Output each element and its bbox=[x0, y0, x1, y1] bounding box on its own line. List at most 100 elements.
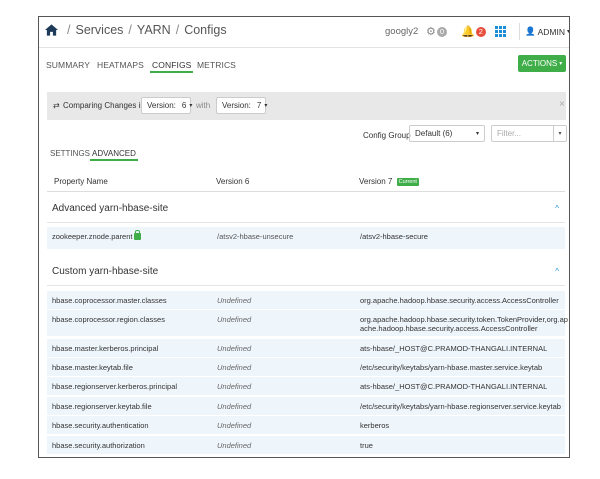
version-6-value: /atsv2-hbase-unsecure bbox=[217, 232, 294, 241]
version-7-value: ats-hbase/_HOST@C.PRAMOD-THANGALI.INTERN… bbox=[360, 344, 548, 353]
apps-grid-icon[interactable] bbox=[495, 26, 506, 37]
section-title: Advanced yarn-hbase-site bbox=[52, 203, 169, 214]
property-name: hbase.regionserver.kerberos.principal bbox=[52, 382, 178, 391]
subtab-advanced[interactable]: ADVANCED bbox=[90, 149, 138, 161]
column-header-property: Property Name bbox=[54, 177, 108, 186]
version-6-value: Undefined bbox=[217, 363, 252, 372]
version-7-value: /atsv2-hbase-secure bbox=[360, 232, 428, 241]
breadcrumb-separator: / bbox=[67, 23, 71, 37]
ops-count-badge: 0 bbox=[436, 26, 448, 37]
version-b-select-label: Version: bbox=[222, 101, 251, 110]
config-group-label: Config Group bbox=[363, 131, 411, 140]
version-7-label: Version 7 bbox=[359, 177, 393, 186]
version-7-value: org.apache.hadoop.hbase.security.access.… bbox=[360, 296, 559, 305]
cluster-name: googly2 bbox=[385, 26, 419, 37]
actions-label: ACTIONS bbox=[521, 59, 558, 68]
service-tabs: SUMMARY HEATMAPS CONFIGS METRICS bbox=[39, 48, 569, 78]
filter-input[interactable]: Filter... ▾ bbox=[491, 125, 567, 142]
user-menu-label: ADMIN bbox=[537, 26, 565, 37]
version-7-value: ats-hbase/_HOST@C.PRAMOD-THANGALI.INTERN… bbox=[360, 382, 548, 391]
caret-down-icon: ▾ bbox=[475, 131, 479, 137]
breadcrumb-separator: / bbox=[128, 23, 132, 37]
version-7-value: org.apache.hadoop.hbase.security.token.T… bbox=[360, 315, 568, 333]
config-group-value: Default (6) bbox=[415, 129, 453, 138]
alerts[interactable]: 🔔 2 bbox=[461, 25, 486, 38]
filter-placeholder: Filter... bbox=[497, 129, 522, 138]
version-a-select-label: Version: bbox=[147, 101, 176, 110]
user-menu[interactable]: 👤 ADMIN ▾ bbox=[519, 23, 570, 40]
version-7-value: /etc/security/keytabs/yarn-hbase.regions… bbox=[360, 402, 561, 411]
tab-configs[interactable]: CONFIGS bbox=[149, 60, 194, 73]
lock-icon bbox=[134, 230, 142, 240]
breadcrumb-configs: Configs bbox=[184, 23, 227, 37]
table-row: hbase.regionserver.kerberos.principal Un… bbox=[47, 376, 565, 395]
version-b-select[interactable]: Version: 7 ▾ bbox=[216, 97, 268, 114]
table-row: hbase.master.kerberos.principal Undefine… bbox=[47, 338, 565, 357]
version-7-value: true bbox=[360, 441, 373, 450]
chevron-up-icon[interactable]: ^ bbox=[555, 204, 559, 213]
table-row: hbase.regionserver.keytab.file Undefined… bbox=[47, 396, 565, 415]
top-bar: / Services / YARN / Configs googly2 ⚙ 0 … bbox=[39, 17, 569, 48]
version-a-select[interactable]: Version: 6 ▾ bbox=[141, 97, 192, 114]
tab-metrics[interactable]: METRICS bbox=[197, 60, 236, 70]
app-frame: / Services / YARN / Configs googly2 ⚙ 0 … bbox=[38, 16, 570, 458]
section-header[interactable]: Custom yarn-hbase-site ^ bbox=[47, 257, 565, 286]
breadcrumb-services[interactable]: Services bbox=[75, 23, 123, 37]
tab-summary[interactable]: SUMMARY bbox=[46, 60, 90, 70]
chevron-up-icon[interactable]: ^ bbox=[555, 267, 559, 276]
alerts-count-badge: 2 bbox=[475, 26, 486, 37]
compare-bar: ⇄ Comparing Changes in: Version: Version… bbox=[47, 92, 566, 120]
version-6-value: Undefined bbox=[217, 382, 252, 391]
close-compare-icon[interactable]: × bbox=[559, 99, 565, 110]
version-6-value: Undefined bbox=[217, 315, 252, 324]
version-b-value: 7 bbox=[256, 101, 262, 110]
version-6-value: Undefined bbox=[217, 441, 252, 450]
table-row: hbase.coprocessor.region.classes Undefin… bbox=[47, 309, 568, 336]
version-6-value: Undefined bbox=[217, 344, 252, 353]
caret-down-icon: ▾ bbox=[264, 103, 268, 109]
table-row: hbase.master.keytab.file Undefined /etc/… bbox=[47, 357, 565, 376]
breadcrumb-separator: / bbox=[175, 23, 180, 37]
gear-icon: ⚙ bbox=[426, 26, 436, 38]
property-name: hbase.coprocessor.region.classes bbox=[52, 315, 165, 324]
actions-button[interactable]: ACTIONS ▾ bbox=[518, 55, 566, 72]
section-title: Custom yarn-hbase-site bbox=[52, 266, 159, 277]
column-header-version-7: Version 7 Current bbox=[359, 177, 419, 186]
caret-down-icon: ▾ bbox=[566, 29, 570, 35]
section-header[interactable]: Advanced yarn-hbase-site ^ bbox=[47, 194, 565, 223]
version-6-value: Undefined bbox=[217, 296, 252, 305]
column-header-version-6: Version 6 bbox=[216, 177, 250, 186]
caret-down-icon: ▾ bbox=[559, 61, 563, 67]
caret-down-icon[interactable]: ▾ bbox=[553, 126, 566, 141]
table-row: hbase.security.authorization Undefined t… bbox=[47, 435, 565, 454]
header-divider bbox=[47, 191, 565, 192]
property-name: hbase.security.authentication bbox=[52, 421, 149, 430]
user-icon: 👤 bbox=[525, 26, 536, 36]
property-name: hbase.regionserver.keytab.file bbox=[52, 402, 152, 411]
version-6-value: Undefined bbox=[217, 402, 252, 411]
config-group-select[interactable]: Default (6) ▾ bbox=[409, 125, 485, 142]
version-6-value: Undefined bbox=[217, 421, 252, 430]
version-7-value: /etc/security/keytabs/yarn-hbase.master.… bbox=[360, 363, 543, 372]
version-7-value: kerberos bbox=[360, 421, 390, 430]
current-badge: Current bbox=[396, 178, 419, 186]
breadcrumb: / Services / YARN / Configs bbox=[45, 23, 227, 37]
breadcrumb-yarn[interactable]: YARN bbox=[137, 23, 171, 37]
home-icon[interactable] bbox=[45, 24, 58, 36]
table-row: hbase.coprocessor.master.classes Undefin… bbox=[47, 290, 565, 309]
property-name: hbase.master.kerberos.principal bbox=[52, 344, 159, 353]
compare-label: Comparing Changes in: bbox=[63, 101, 148, 110]
property-name: hbase.coprocessor.master.classes bbox=[52, 296, 167, 305]
tab-heatmaps[interactable]: HEATMAPS bbox=[97, 60, 144, 70]
compare-icon: ⇄ bbox=[53, 101, 60, 110]
property-name: zookeeper.znode.parent bbox=[52, 230, 142, 241]
background-ops[interactable]: ⚙ 0 bbox=[426, 25, 448, 38]
subtab-settings[interactable]: SETTINGS bbox=[50, 149, 90, 158]
bell-icon: 🔔 bbox=[461, 26, 475, 38]
table-row: zookeeper.znode.parent /atsv2-hbase-unse… bbox=[47, 226, 565, 249]
property-name: hbase.master.keytab.file bbox=[52, 363, 133, 372]
with-label: with bbox=[196, 101, 211, 110]
table-row: hbase.security.authentication Undefined … bbox=[47, 415, 565, 434]
property-name: hbase.security.authorization bbox=[52, 441, 145, 450]
version-a-value: 6 bbox=[181, 101, 187, 110]
